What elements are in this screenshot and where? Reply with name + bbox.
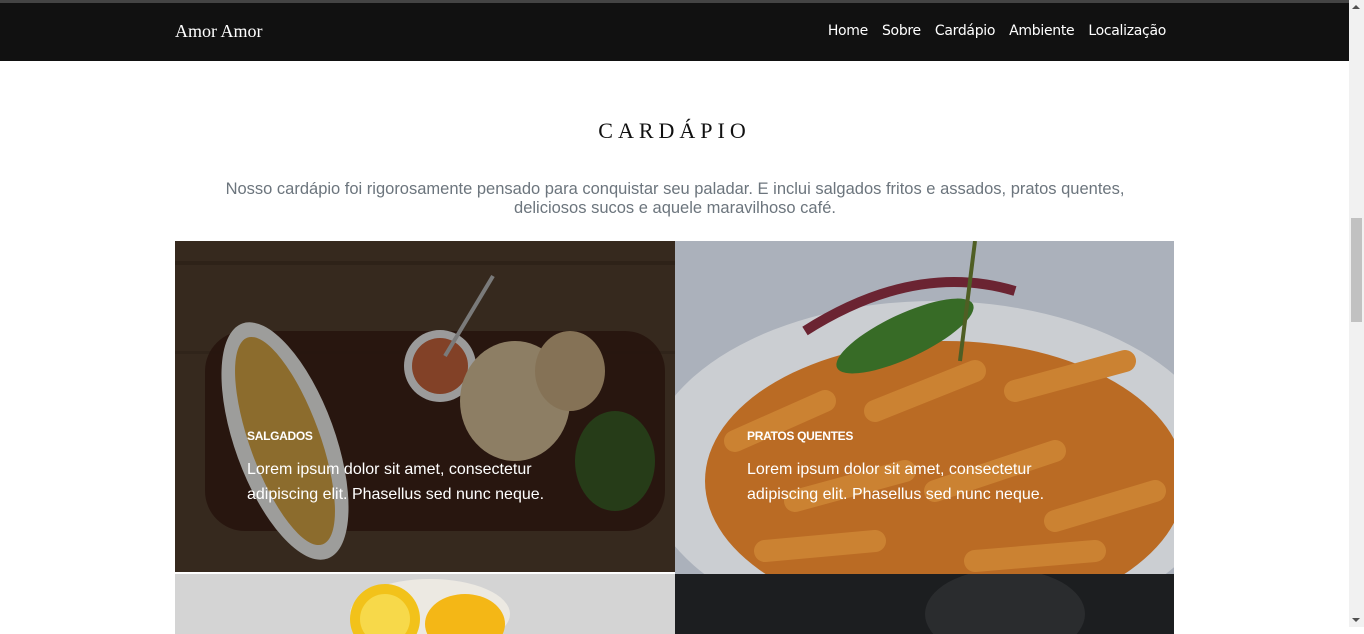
menu-tile-salgados[interactable]: SALGADOS Lorem ipsum dolor sit amet, con… [175, 241, 675, 572]
tile-text: Lorem ipsum dolor sit amet, consectetur … [747, 461, 1045, 503]
nav-links: Home Sobre Cardápio Ambiente Localização [828, 23, 1166, 39]
tile-title: PRATOS QUENTES [747, 429, 854, 443]
brand-logo[interactable]: Amor Amor [175, 21, 263, 42]
sucos-photo [175, 574, 675, 634]
nav-link-sobre[interactable]: Sobre [882, 23, 921, 39]
scroll-down-arrow-icon[interactable] [1352, 618, 1360, 622]
salgados-photo [175, 241, 675, 572]
section-description: Nosso cardápio foi rigorosamente pensado… [225, 180, 1125, 217]
tile-caption: SALGADOS Lorem ipsum dolor sit amet, con… [247, 429, 567, 507]
nav-link-cardapio[interactable]: Cardápio [935, 23, 996, 39]
menu-grid: SALGADOS Lorem ipsum dolor sit amet, con… [175, 241, 1174, 634]
tile-text: Lorem ipsum dolor sit amet, consectetur … [247, 461, 545, 503]
menu-tile-cafe[interactable] [675, 574, 1174, 634]
nav-link-home[interactable]: Home [828, 23, 868, 39]
tile-caption: PRATOS QUENTES Lorem ipsum dolor sit ame… [747, 429, 1067, 507]
tile-title: SALGADOS [247, 429, 313, 443]
section-title: CARDÁPIO [598, 118, 751, 143]
nav-link-ambiente[interactable]: Ambiente [1009, 23, 1074, 39]
vertical-scrollbar[interactable] [1349, 0, 1364, 627]
nav-link-localizacao[interactable]: Localização [1088, 23, 1166, 39]
pratos-quentes-photo [675, 241, 1174, 574]
cafe-photo [675, 574, 1174, 634]
menu-tile-pratos-quentes[interactable]: PRATOS QUENTES Lorem ipsum dolor sit ame… [675, 241, 1174, 574]
scroll-up-arrow-icon[interactable] [1352, 5, 1360, 9]
scrollbar-thumb[interactable] [1351, 218, 1362, 322]
navbar: Amor Amor Home Sobre Cardápio Ambiente L… [0, 3, 1349, 61]
menu-tile-sucos[interactable] [175, 574, 675, 634]
